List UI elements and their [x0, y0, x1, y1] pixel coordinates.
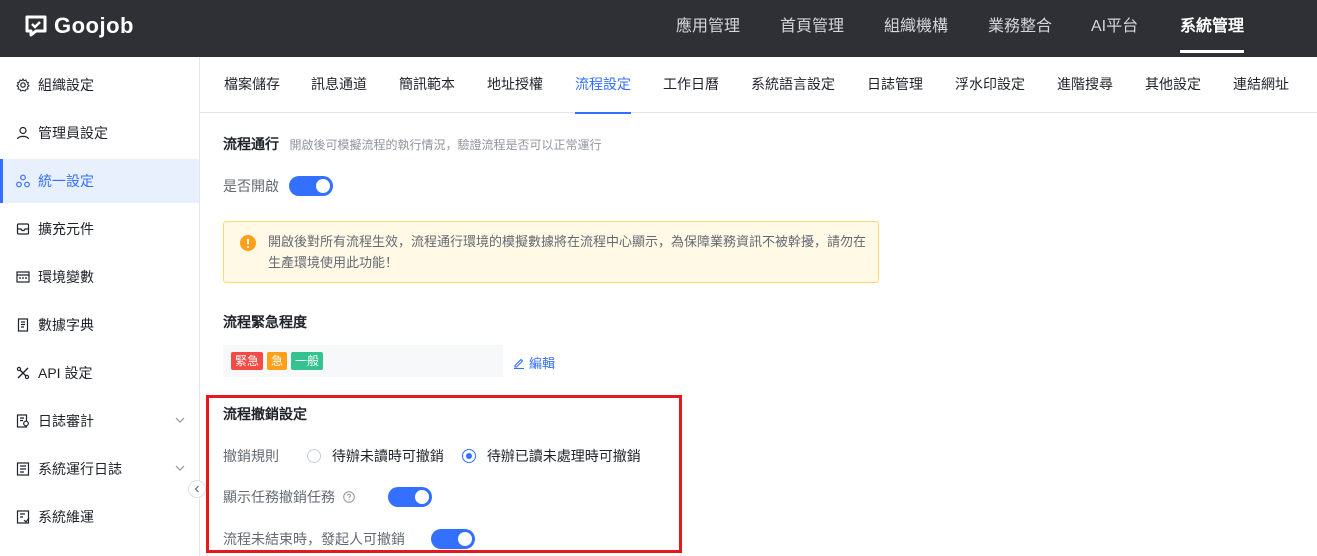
audit-icon	[16, 414, 30, 428]
sidebar-item-label: 系統運行日誌	[38, 461, 122, 477]
section-title-urgency: 流程緊急程度	[223, 314, 307, 330]
highlight-box	[206, 395, 682, 553]
tab-address-authorization[interactable]: 地址授權	[487, 57, 543, 113]
urgency-tags-box: 緊急 急 一般	[223, 345, 503, 377]
edit-urgency-link[interactable]: 編輯	[513, 353, 555, 372]
alert-message: 開啟後對所有流程生效，流程通行環境的模擬數據將在流程中心顯示，為保障業務資訊不被…	[268, 234, 867, 270]
tab-language-settings[interactable]: 系統語言設定	[751, 57, 835, 113]
topnav-item-organization[interactable]: 組織機構	[884, 0, 948, 57]
flow-run-switch[interactable]	[289, 176, 334, 196]
brand-name: Goojob	[54, 13, 134, 38]
sidebar-item-label: 組織設定	[38, 77, 94, 93]
gear-icon	[16, 78, 30, 92]
chevron-left-icon	[194, 485, 199, 493]
sidebar-item-admin-settings[interactable]: 管理員設定	[0, 111, 199, 155]
inbox-icon	[16, 222, 30, 236]
tab-other-settings[interactable]: 其他設定	[1145, 57, 1201, 113]
tab-flow-settings[interactable]: 流程設定	[575, 57, 631, 114]
sidebar-item-label: 統一設定	[38, 173, 94, 189]
window-icon	[16, 270, 30, 284]
sidebar-item-label: API 設定	[38, 365, 93, 381]
warning-alert: 開啟後對所有流程生效，流程通行環境的模擬數據將在流程中心顯示，為保障業務資訊不被…	[223, 221, 879, 283]
sidebar-item-label: 數據字典	[38, 317, 94, 333]
tab-message-channel[interactable]: 訊息通道	[311, 57, 367, 113]
sidebar-item-organization-settings[interactable]: 組織設定	[0, 63, 199, 107]
sidebar-item-label: 日誌審計	[38, 413, 94, 429]
log-icon	[16, 462, 30, 476]
sidebar-item-log-audit[interactable]: 日誌審計	[0, 399, 199, 443]
chevron-down-icon	[175, 465, 185, 471]
tab-log-management[interactable]: 日誌管理	[867, 57, 923, 113]
tab-work-calendar[interactable]: 工作日曆	[663, 57, 719, 113]
cluster-icon	[16, 174, 30, 188]
chevron-down-icon	[175, 417, 185, 423]
urgency-tag-normal: 一般	[291, 352, 324, 370]
topnav-item-ai-platform[interactable]: AI平台	[1091, 0, 1138, 57]
tab-watermark-settings[interactable]: 浮水印設定	[955, 57, 1025, 113]
sidebar-item-environment-variables[interactable]: 環境變數	[0, 255, 199, 299]
brand-logo[interactable]: Goojob	[24, 13, 134, 39]
flow-run-toggle-row: 是否開啟	[223, 176, 334, 196]
sidebar-item-label: 擴充元件	[38, 221, 94, 237]
sidebar: 組織設定 管理員設定 統一設定 擴充元件 環境變數 數據字典 API 設定 日誌…	[0, 57, 200, 556]
edit-icon	[514, 358, 524, 369]
topnav-item-business-integration[interactable]: 業務整合	[988, 0, 1052, 57]
user-icon	[16, 126, 30, 140]
sidebar-item-label: 系統維運	[38, 509, 94, 525]
sidebar-item-label: 管理員設定	[38, 125, 108, 141]
urgency-tag-high: 急	[267, 352, 288, 370]
topnav-item-home-management[interactable]: 首頁管理	[780, 0, 844, 57]
urgency-tag-urgent: 緊急	[231, 352, 264, 370]
top-navigation-bar: Goojob 應用管理 首頁管理 組織機構 業務整合 AI平台 系統管理	[0, 0, 1317, 57]
warning-icon	[240, 235, 256, 251]
sidebar-item-unified-settings[interactable]: 統一設定	[0, 159, 199, 203]
section-title-flow-run: 流程通行	[223, 136, 279, 152]
sidebar-item-api-settings[interactable]: API 設定	[0, 351, 199, 395]
sidebar-item-data-dictionary[interactable]: 數據字典	[0, 303, 199, 347]
edit-link-label: 編輯	[529, 356, 556, 371]
tab-sms-template[interactable]: 簡訊範本	[399, 57, 455, 113]
api-icon	[16, 366, 30, 380]
maintenance-icon	[16, 510, 30, 524]
sidebar-item-system-maintenance[interactable]: 系統維運	[0, 495, 199, 539]
toggle-label: 是否開啟	[223, 178, 279, 194]
settings-tabs: 檔案儲存 訊息通道 簡訊範本 地址授權 流程設定 工作日曆 系統語言設定 日誌管…	[200, 57, 1317, 114]
logo-mark-icon	[25, 15, 47, 37]
tab-link-urls[interactable]: 連結網址	[1233, 57, 1289, 113]
topnav-item-system-management[interactable]: 系統管理	[1180, 0, 1245, 57]
tab-file-storage[interactable]: 檔案儲存	[224, 57, 280, 113]
topnav-item-app-management[interactable]: 應用管理	[676, 0, 740, 57]
section-description: 開啟後可模擬流程的執行情況，驗證流程是否可以正常運行	[289, 138, 602, 152]
sidebar-item-label: 環境變數	[38, 269, 94, 285]
tab-advanced-search[interactable]: 進階搜尋	[1057, 57, 1113, 113]
flow-run-header: 流程通行 開啟後可模擬流程的執行情況，驗證流程是否可以正常運行	[223, 134, 601, 154]
sidebar-item-system-run-log[interactable]: 系統運行日誌	[0, 447, 199, 491]
sidebar-collapse-button[interactable]	[188, 480, 206, 498]
sidebar-item-extensions[interactable]: 擴充元件	[0, 207, 199, 251]
book-icon	[16, 318, 30, 332]
